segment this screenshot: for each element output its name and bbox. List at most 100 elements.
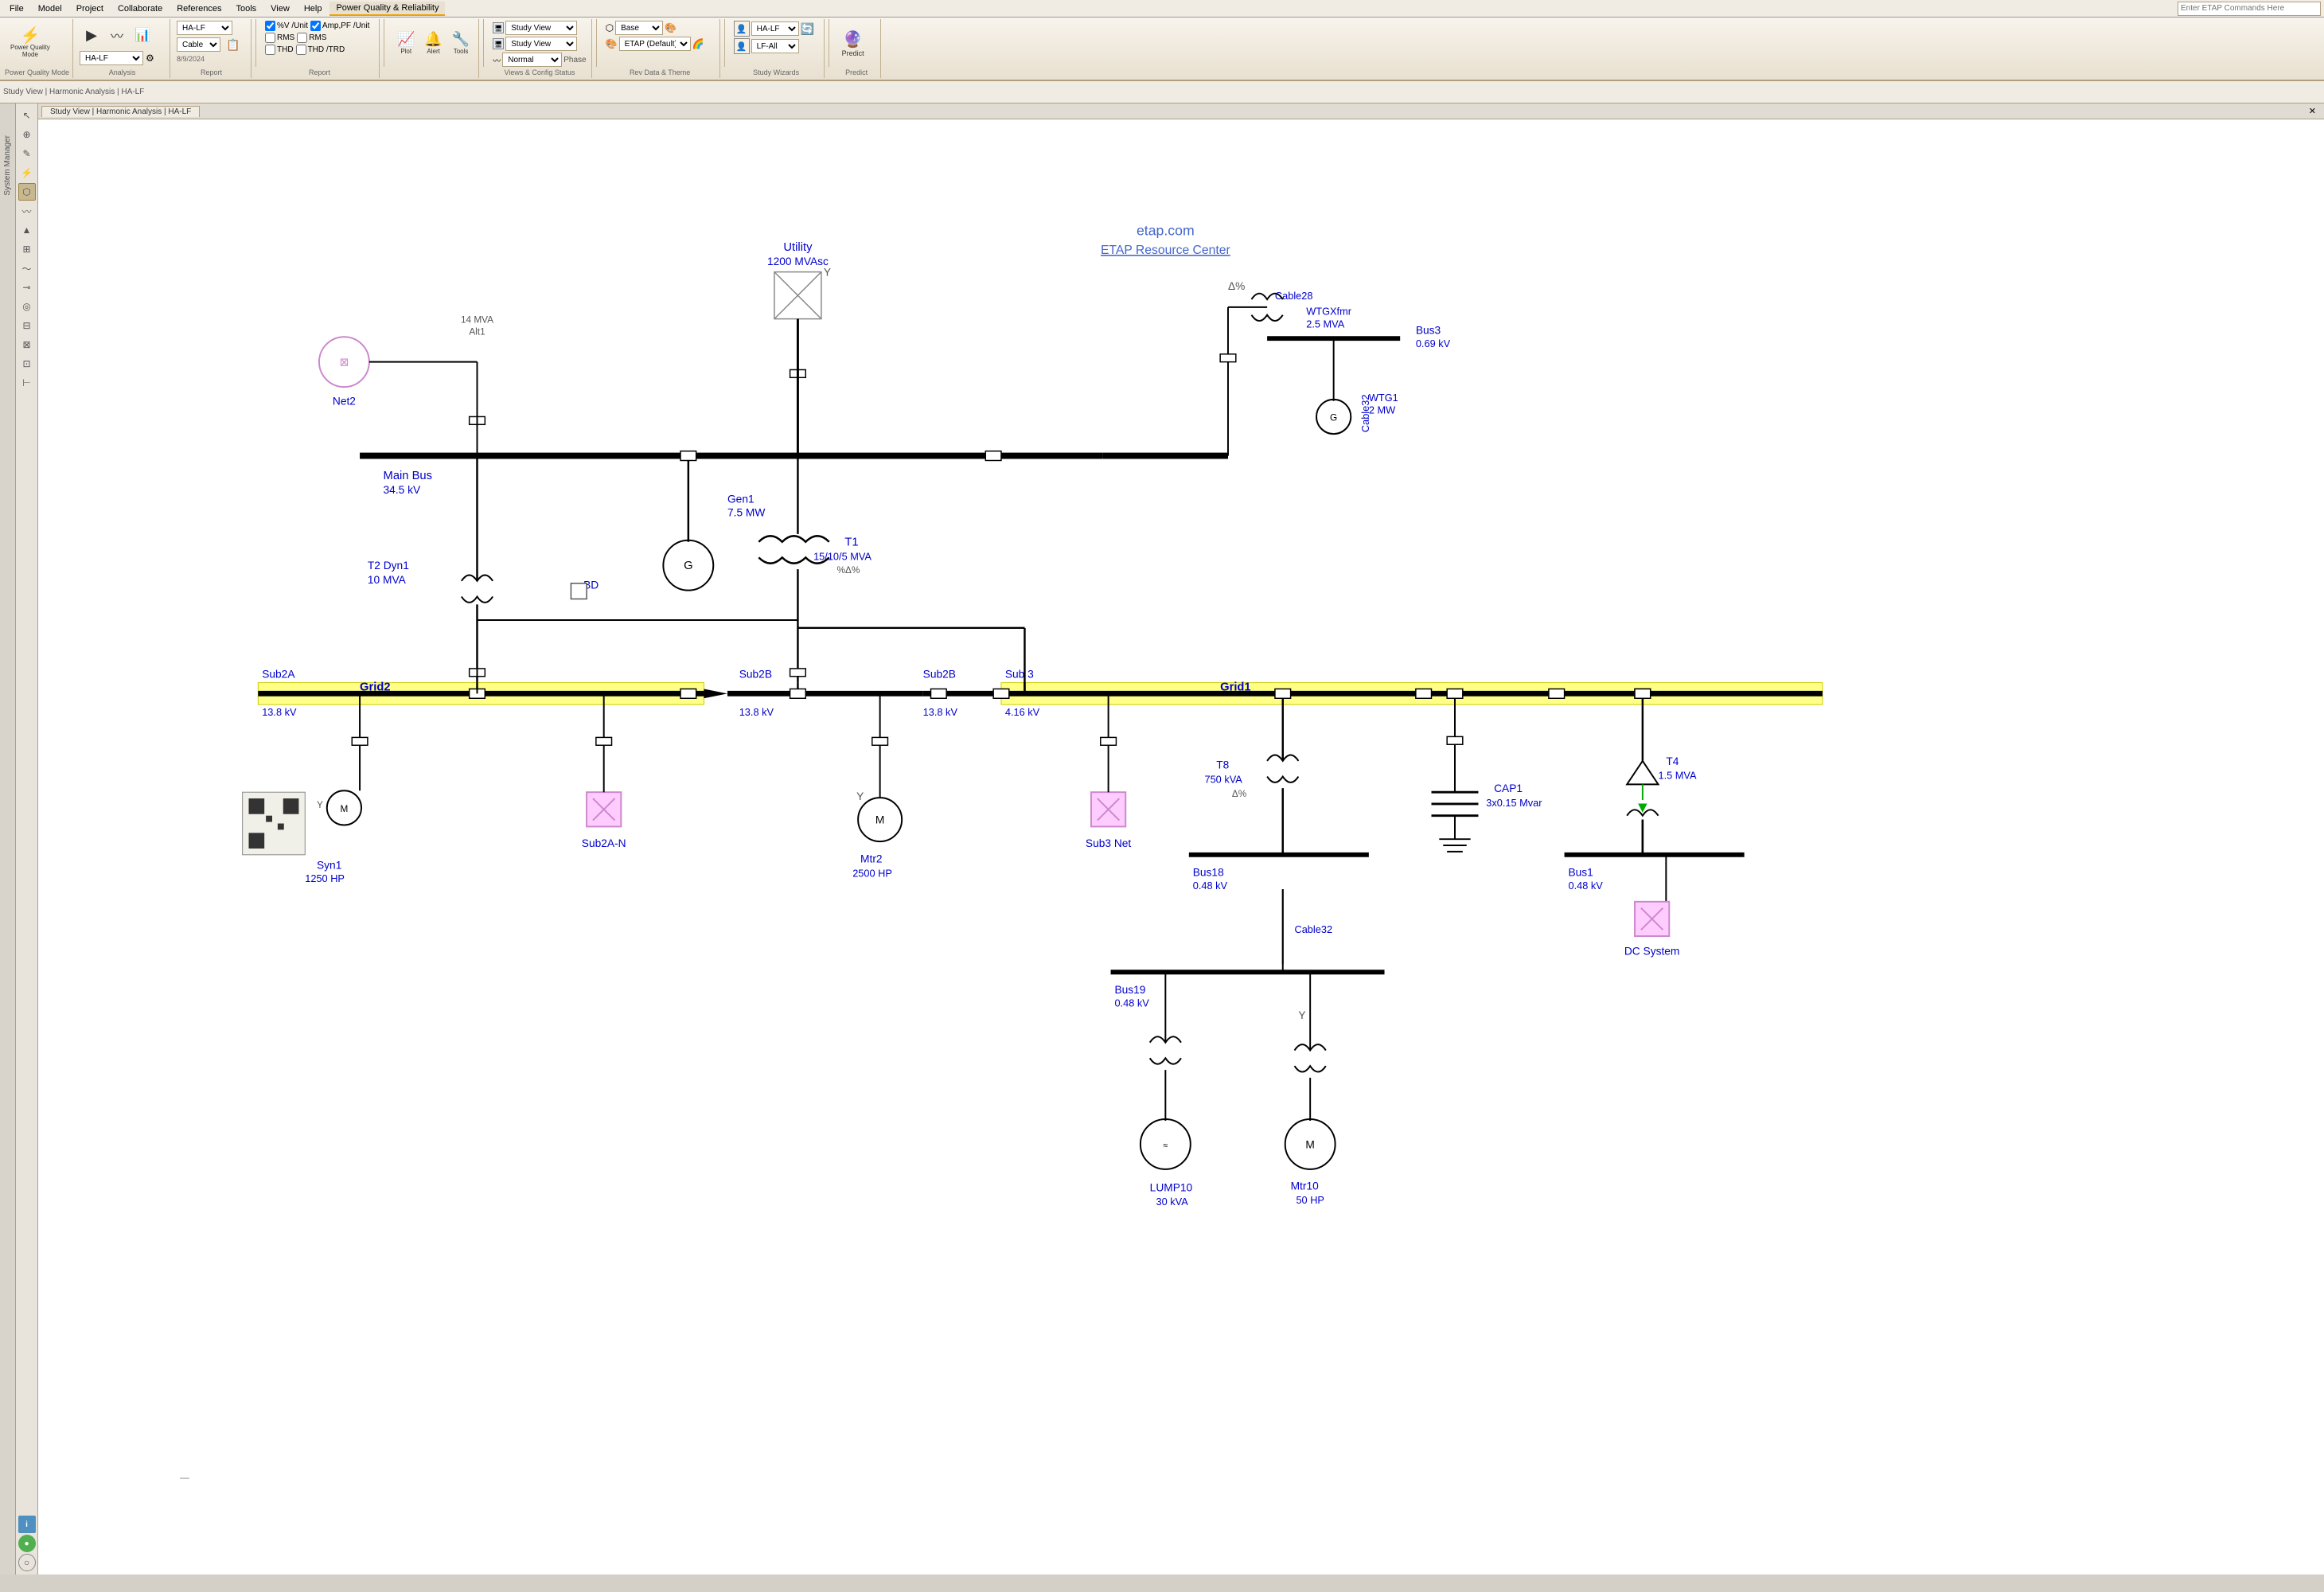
wtgxfmr-value: 2.5 MVA <box>1306 318 1344 330</box>
sep5 <box>724 19 725 67</box>
report-icon-btn[interactable]: 📋 <box>222 37 244 53</box>
main-bus-value: 34.5 kV <box>384 484 421 496</box>
phase-dropdown[interactable]: Normal <box>502 53 562 67</box>
theme-dropdown[interactable]: ETAP (Default) <box>619 37 691 51</box>
tools-btn[interactable]: 🔧 Tools <box>448 21 474 65</box>
lump10-sym: ≈ <box>1163 1141 1168 1150</box>
wizard-person2-icon: 👤 <box>734 38 750 54</box>
sidebar-btn-connect[interactable]: ⊸ <box>18 279 36 296</box>
sidebar-btn-curve[interactable]: 〜 <box>18 259 36 277</box>
menu-collaborate[interactable]: Collaborate <box>111 2 169 15</box>
sidebar-btn-box[interactable]: ⊠ <box>18 336 36 353</box>
bus3-label: Bus3 <box>1416 324 1441 336</box>
config-dropdown[interactable]: HA-LF <box>177 21 232 35</box>
rms-check[interactable]: RMS <box>265 33 294 43</box>
switch-cap1-bus <box>1447 689 1463 698</box>
sub2b2-value: 13.8 kV <box>923 706 958 718</box>
command-search[interactable] <box>2178 2 2321 16</box>
alert-btn[interactable]: 🔔 Alert <box>420 21 446 65</box>
thd-checkbox[interactable] <box>265 45 275 55</box>
menu-references[interactable]: References <box>170 2 228 15</box>
rms2-check[interactable]: RMS <box>297 33 326 43</box>
study-case-dropdown[interactable]: HA-LF <box>80 51 143 65</box>
canvas-tab-bar: Study View | Harmonic Analysis | HA-LF ✕ <box>38 103 2324 119</box>
menu-project[interactable]: Project <box>70 2 110 15</box>
views-row1: 🖥 Study View <box>493 21 577 35</box>
palette-icon: 🎨 <box>665 22 677 33</box>
thd-check[interactable]: THD <box>265 45 294 55</box>
switch-mtr2 <box>872 737 888 745</box>
mtr10-label: Mtr10 <box>1291 1180 1320 1192</box>
lump10-value: 30 kVA <box>1156 1196 1189 1208</box>
pqmode-btn[interactable]: ⚡ Power QualityMode <box>6 21 54 65</box>
report-row2: Cable 📋 <box>177 37 244 53</box>
predict-label: Predict <box>842 49 864 57</box>
analysis-wave-btn[interactable]: 〰 <box>105 21 129 49</box>
amp-label: Amp,PF /Unit <box>322 21 369 30</box>
sidebar-btn-dash[interactable]: ⊢ <box>18 374 36 392</box>
sub2b1-value: 13.8 kV <box>739 706 774 718</box>
view1-dropdown[interactable]: Study View <box>505 21 577 35</box>
sidebar-btn-circle[interactable]: ◎ <box>18 298 36 315</box>
sidebar-btn-circle2[interactable]: ○ <box>18 1554 36 1571</box>
sidebar-btn-box2[interactable]: ⊡ <box>18 355 36 373</box>
amp-check[interactable]: Amp,PF /Unit <box>310 21 369 31</box>
menu-tools[interactable]: Tools <box>229 2 263 15</box>
sidebar-btn-edit[interactable]: ✎ <box>18 145 36 162</box>
main-layout: System Manager ↖ ⊕ ✎ ⚡ ⬡ 〰 ▲ ⊞ 〜 ⊸ ◎ ⊟ ⊠… <box>0 103 2324 1574</box>
predict-btn[interactable]: 🔮 Predict <box>838 21 868 65</box>
amp-checkbox[interactable] <box>310 21 321 31</box>
phase-icon: 〰 <box>493 54 501 66</box>
study-case-row: HA-LF ⚙ <box>80 51 154 65</box>
bus18-label: Bus18 <box>1193 866 1224 878</box>
plot-btn[interactable]: 📈 Plot <box>393 21 419 65</box>
menu-file[interactable]: File <box>3 2 30 15</box>
menu-pqr[interactable]: Power Quality & Reliability <box>329 2 445 16</box>
lf-all-dropdown[interactable]: LF-All <box>751 39 799 53</box>
t8-value: 750 kVA <box>1204 773 1242 785</box>
sidebar-btn-power[interactable]: ⚡ <box>18 164 36 181</box>
base-dropdown[interactable]: Base <box>615 21 663 35</box>
thd2-checkbox[interactable] <box>296 45 306 55</box>
qr-tl <box>249 798 265 814</box>
menu-model[interactable]: Model <box>32 2 68 15</box>
sidebar-btn-wave[interactable]: 〰 <box>18 202 36 220</box>
sidebar-btn-info[interactable]: i <box>18 1516 36 1533</box>
pv-checkbox[interactable] <box>265 21 275 31</box>
sidebar-btn-grid[interactable]: ⊞ <box>18 240 36 258</box>
views-row2: 🖥 Study View <box>493 37 577 51</box>
analysis-run-btn[interactable]: ▶ <box>80 21 103 49</box>
close-tab-btn[interactable]: ✕ <box>2304 106 2321 116</box>
menu-help[interactable]: Help <box>298 2 329 15</box>
sidebar-btn-triangle[interactable]: ▲ <box>18 221 36 239</box>
wizards-group-label: Study Wizards <box>729 68 824 76</box>
revdata-group-label: Rev Data & Theme <box>601 68 719 76</box>
view2-dropdown[interactable]: Study View <box>505 37 577 51</box>
base-icon: ⬡ <box>606 22 614 33</box>
menu-view[interactable]: View <box>264 2 296 15</box>
canvas-tab-main[interactable]: Study View | Harmonic Analysis | HA-LF <box>41 106 200 117</box>
study-case2-dropdown[interactable]: HA-LF <box>751 21 799 36</box>
bus19-value: 0.48 kV <box>1114 997 1149 1009</box>
ribbon-group-plot: 📈 Plot 🔔 Alert 🔧 Tools <box>388 19 479 78</box>
switch-t8-bus <box>1275 689 1291 698</box>
analysis-group-label: Analysis <box>75 68 170 76</box>
mtr10-value: 50 HP <box>1296 1194 1324 1206</box>
pv-check[interactable]: %V /Unit <box>265 21 308 31</box>
t4-label: T4 <box>1666 755 1679 767</box>
sidebar-btn-select[interactable]: ↖ <box>18 107 36 124</box>
cable-dropdown[interactable]: Cable <box>177 37 220 52</box>
rms-checkbox[interactable] <box>265 33 275 43</box>
etap-link[interactable]: etap.com <box>1137 222 1195 238</box>
sidebar-btn-add[interactable]: ⊕ <box>18 126 36 143</box>
sidebar-btn-hex[interactable]: ⬡ <box>18 183 36 201</box>
etap-resource-link[interactable]: ETAP Resource Center <box>1101 244 1230 257</box>
thd2-check[interactable]: THD /TRD <box>296 45 345 55</box>
analysis-chart-btn[interactable]: 📊 <box>131 21 154 49</box>
sidebar-btn-green[interactable]: ● <box>18 1535 36 1552</box>
sidebar-btn-minus[interactable]: ⊟ <box>18 317 36 334</box>
thd-label: THD <box>277 45 294 54</box>
rms2-checkbox[interactable] <box>297 33 307 43</box>
pqmode-icon: ⚡ <box>20 28 40 44</box>
menu-bar: File Model Project Collaborate Reference… <box>0 0 2324 18</box>
